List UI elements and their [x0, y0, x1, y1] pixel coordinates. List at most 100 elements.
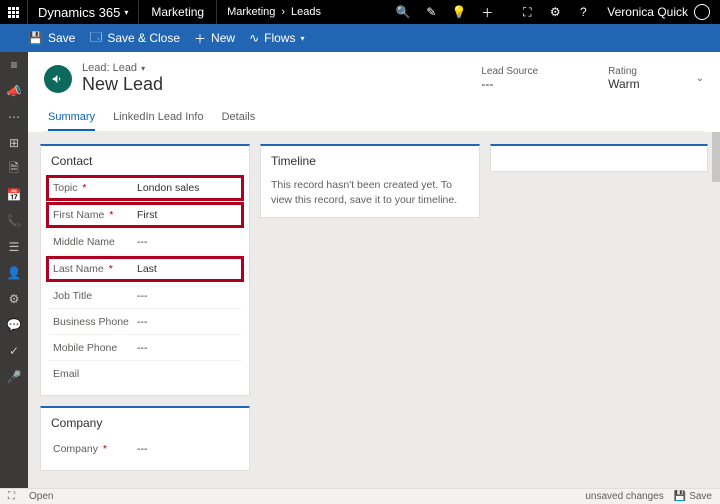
required-icon: * [80, 182, 87, 194]
mic-icon[interactable]: 🎤 [7, 370, 21, 384]
field-label: First Name * [49, 209, 135, 221]
card-title: Company [41, 408, 249, 436]
save-close-icon: 🗔 [89, 28, 102, 49]
timeline-message: This record hasn't been created yet. To … [261, 174, 479, 217]
person-icon[interactable]: 👤 [7, 266, 21, 280]
assistant-icon[interactable]: 💡 [445, 0, 473, 24]
brand-menu[interactable]: Dynamics 365 ▾ [28, 0, 139, 24]
status-unsaved: unsaved changes [585, 491, 663, 502]
scrollbar[interactable] [712, 132, 720, 182]
required-icon: * [106, 263, 113, 275]
chevron-down-icon: ▾ [300, 34, 304, 43]
sidebar-nav: ≡ 📣 ⋯ ⊞ 🗎 📅 📞 ☰ 👤 ⚙ 💬 ✓ 🎤 [0, 52, 28, 488]
timeline-card: Timeline This record hasn't been created… [260, 144, 480, 218]
megaphone-icon [51, 72, 65, 86]
menu-icon[interactable]: ≡ [7, 58, 21, 72]
tab-linkedin[interactable]: LinkedIn Lead Info [113, 105, 204, 131]
contact-card: Contact Topic *London salesFirst Name *F… [40, 144, 250, 396]
field-row[interactable]: Email [49, 361, 241, 387]
save-icon: 💾 [28, 31, 43, 45]
search-icon[interactable]: 🔍 [389, 0, 417, 24]
help-icon[interactable]: ? [569, 0, 597, 24]
brand-label: Dynamics 365 [38, 5, 120, 20]
entity-badge [44, 65, 72, 93]
phone-icon[interactable]: 📞 [7, 214, 21, 228]
field-value[interactable]: --- [135, 290, 241, 302]
related-card [490, 144, 708, 172]
field-row[interactable]: Company *--- [49, 436, 241, 462]
area-label[interactable]: Marketing [139, 0, 217, 24]
user-menu[interactable]: Veronica Quick [597, 4, 720, 20]
user-avatar-icon [694, 4, 710, 20]
field-value[interactable]: --- [135, 236, 241, 248]
new-button[interactable]: ＋ New [194, 30, 235, 47]
field-row[interactable]: Middle Name--- [49, 229, 241, 255]
card-title: Timeline [261, 146, 479, 174]
field-row[interactable]: Last Name *Last [46, 256, 244, 282]
card-title: Contact [41, 146, 249, 174]
chevron-down-icon: ▾ [124, 8, 128, 17]
header-field-lead-source[interactable]: Lead Source --- [481, 66, 538, 91]
company-card: Company Company *--- [40, 406, 250, 471]
announce-icon[interactable]: 📣 [7, 84, 21, 98]
waffle-icon [8, 7, 19, 18]
plus-icon: ＋ [194, 30, 206, 47]
task-icon[interactable]: ✎ [417, 0, 445, 24]
tabs: Summary LinkedIn Lead Info Details [44, 105, 704, 132]
field-value[interactable]: Last [135, 263, 241, 275]
field-row[interactable]: First Name *First [46, 202, 244, 228]
field-row[interactable]: Mobile Phone--- [49, 335, 241, 361]
add-icon[interactable]: ＋ [473, 0, 501, 24]
field-label: Topic * [49, 182, 135, 194]
breadcrumb-sep: › [281, 6, 285, 18]
flow-icon: ∿ [249, 31, 259, 45]
popout-icon[interactable]: ⛶ [8, 491, 15, 502]
field-value[interactable]: --- [135, 342, 241, 354]
field-value[interactable]: First [135, 209, 241, 221]
expand-header-icon[interactable]: ⌄ [696, 73, 704, 84]
field-value[interactable]: London sales [135, 182, 241, 194]
breadcrumb-item[interactable]: Marketing [227, 6, 275, 18]
save-button[interactable]: 💾 Save [28, 31, 75, 45]
header-field-rating[interactable]: Rating Warm [608, 66, 640, 91]
entity-name: New Lead [82, 74, 342, 95]
chevron-down-icon: ▾ [141, 64, 145, 73]
field-value[interactable]: --- [135, 443, 241, 455]
task-icon[interactable]: ✓ [7, 344, 21, 358]
status-open: Open [29, 491, 53, 502]
field-row[interactable]: Job Title--- [49, 283, 241, 309]
field-value[interactable]: --- [135, 316, 241, 328]
field-label: Email [49, 368, 135, 380]
chat-icon[interactable]: 💬 [7, 318, 21, 332]
filter-icon[interactable]: ⛶ [513, 0, 541, 24]
field-label: Job Title [49, 290, 135, 302]
tab-summary[interactable]: Summary [48, 105, 95, 131]
flows-button[interactable]: ∿ Flows ▾ [249, 31, 304, 45]
status-bar: ⛶ Open unsaved changes 💾 Save [0, 488, 720, 504]
field-label: Middle Name [49, 236, 135, 248]
field-label: Business Phone [49, 316, 135, 328]
settings-icon[interactable]: ⚙ [541, 0, 569, 24]
more-icon[interactable]: ⋯ [7, 110, 21, 124]
field-label: Mobile Phone [49, 342, 135, 354]
entity-type[interactable]: Lead: Lead ▾ [82, 62, 342, 74]
field-row[interactable]: Topic *London sales [46, 175, 244, 201]
breadcrumb-item[interactable]: Leads [291, 6, 321, 18]
required-icon: * [106, 209, 113, 221]
user-name: Veronica Quick [607, 5, 688, 19]
field-row[interactable]: Business Phone--- [49, 309, 241, 335]
calendar-icon[interactable]: 📅 [7, 188, 21, 202]
field-label: Company * [49, 443, 135, 455]
tab-details[interactable]: Details [222, 105, 256, 131]
gear-icon[interactable]: ⚙ [7, 292, 21, 306]
app-launcher[interactable] [0, 0, 28, 24]
field-label: Last Name * [49, 263, 135, 275]
breadcrumb: Marketing › Leads [217, 6, 331, 18]
grid-icon[interactable]: ⊞ [7, 136, 21, 150]
save-close-button[interactable]: 🗔 Save & Close [89, 28, 180, 49]
save-icon: 💾 [674, 491, 686, 502]
list-icon[interactable]: ☰ [7, 240, 21, 254]
required-icon: * [100, 443, 107, 455]
page-icon[interactable]: 🗎 [7, 162, 21, 176]
status-save-button[interactable]: 💾 Save [674, 491, 712, 502]
